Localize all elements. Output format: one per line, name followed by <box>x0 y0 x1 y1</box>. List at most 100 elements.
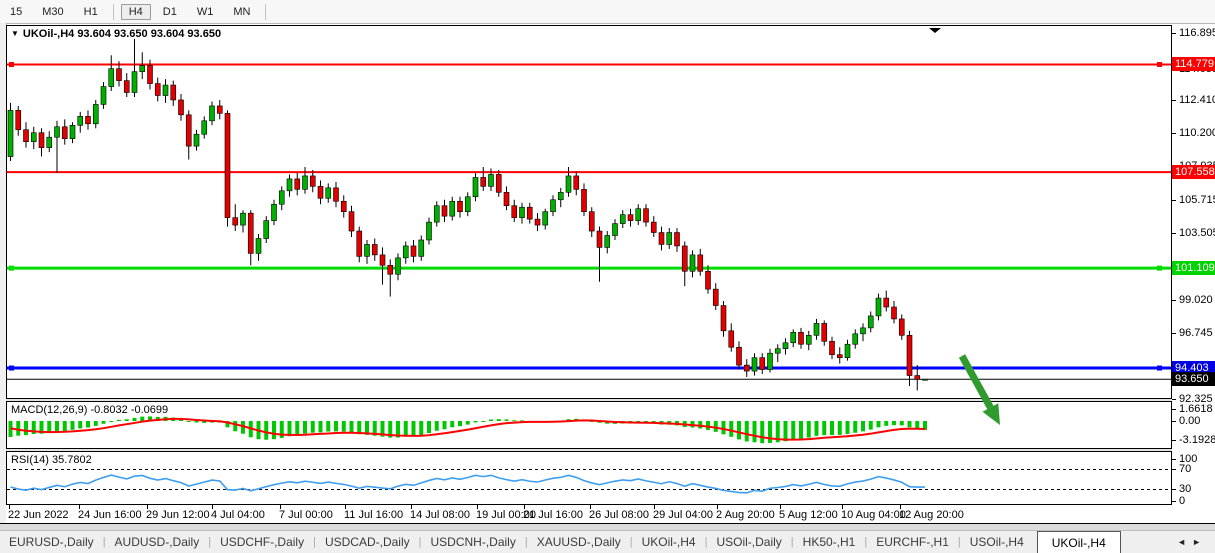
candle-body <box>194 134 199 146</box>
candle-body <box>791 332 796 342</box>
line-handle[interactable] <box>1157 366 1162 371</box>
macd-histogram-bar <box>319 421 323 432</box>
chart-tab-xauusd-daily[interactable]: XAUUSD-,Daily <box>528 531 630 553</box>
candle-body <box>768 353 773 369</box>
candle-body <box>403 246 408 258</box>
candle-body <box>574 176 579 189</box>
macd-histogram-bar <box>450 421 454 427</box>
price-axis-tick <box>1172 233 1176 234</box>
macd-histogram-bar <box>822 421 826 435</box>
line-handle[interactable] <box>9 266 14 271</box>
macd-indicator-pane[interactable]: MACD(12,26,9) -0.8032 -0.0699 <box>6 401 1172 449</box>
macd-histogram-bar <box>877 421 881 427</box>
timeframe-button-15[interactable]: 15 <box>2 4 30 20</box>
chart-tab-eurchf-h1[interactable]: EURCHF-,H1 <box>867 531 958 553</box>
candle-body <box>357 231 362 256</box>
candle-body <box>814 323 819 335</box>
price-axis-tick <box>1172 200 1176 201</box>
macd-histogram-bar <box>94 421 98 426</box>
chart-tab-usdcnh-daily[interactable]: USDCNH-,Daily <box>422 531 525 553</box>
candle-body <box>233 218 238 225</box>
candle-body <box>465 197 470 212</box>
price-axis-tick <box>1172 333 1176 334</box>
chart-tab-usdcad-daily[interactable]: USDCAD-,Daily <box>316 531 419 553</box>
candle-body <box>597 231 602 247</box>
candle-body <box>101 87 106 105</box>
timeframe-button-d1[interactable]: D1 <box>155 4 185 20</box>
chart-tab-usoil-daily[interactable]: USOil-,Daily <box>707 531 790 553</box>
macd-axis-tick <box>1172 440 1176 441</box>
symbol-dropdown-icon[interactable]: ▼ <box>11 29 19 38</box>
macd-histogram-bar <box>846 421 850 434</box>
candle-body <box>582 189 587 211</box>
line-handle[interactable] <box>9 62 14 67</box>
candle-body <box>62 127 67 139</box>
candle-body <box>527 207 532 219</box>
candle-body <box>109 69 114 87</box>
chart-title: ▼UKOil-,H4 93.604 93.650 93.604 93.650 <box>11 28 221 40</box>
price-axis-label: 70 <box>1179 463 1191 475</box>
rsi-indicator-pane[interactable]: RSI(14) 35.7802 <box>6 451 1172 505</box>
chart-tab-ukoil-h4[interactable]: UKOil-,H4 <box>633 531 705 553</box>
chart-tab-ukoil-h4[interactable]: UKOil-,H4 <box>1037 531 1121 553</box>
price-axis-label: 110.200 <box>1179 127 1215 139</box>
line-handle[interactable] <box>9 366 14 371</box>
line-handle[interactable] <box>1157 266 1162 271</box>
timeframe-toolbar: 15M30 H1 H4D1W1MN <box>0 0 1215 24</box>
chart-tab-usdchf-daily[interactable]: USDCHF-,Daily <box>211 531 313 553</box>
chart-tab-eurusd-daily[interactable]: EURUSD-,Daily <box>0 531 103 553</box>
candle-body <box>551 200 556 212</box>
candle-body <box>225 113 230 217</box>
candle-body <box>70 125 75 138</box>
timeframe-button-mn[interactable]: MN <box>225 4 258 20</box>
macd-label: MACD(12,26,9) -0.8032 -0.0699 <box>11 404 168 416</box>
chart-tab-audusd-daily[interactable]: AUDUSD-,Daily <box>106 531 209 553</box>
candle-body <box>241 213 246 225</box>
timeframe-button-m30[interactable]: M30 <box>34 4 71 20</box>
macd-histogram-bar <box>768 421 772 443</box>
macd-histogram-bar <box>505 419 509 421</box>
candle-body <box>295 179 300 189</box>
candle-body <box>24 130 29 142</box>
macd-histogram-bar <box>722 421 726 434</box>
trading-terminal-window: 15M30 H1 H4D1W1MN ▼UKOil-,H4 93.604 93.650… <box>0 0 1215 552</box>
chart-tab-hk50-h1[interactable]: HK50-,H1 <box>794 531 865 553</box>
tabs-scroll-right-icon[interactable]: ► <box>1192 537 1207 547</box>
timeframe-button-h1[interactable]: H1 <box>76 4 106 20</box>
macd-histogram-bar <box>753 421 757 442</box>
candle-body <box>310 176 315 186</box>
rsi-axis-tick <box>1172 469 1176 470</box>
macd-histogram-bar <box>830 421 834 435</box>
macd-histogram-bar <box>140 417 144 421</box>
candle-body <box>899 319 904 335</box>
time-axis-label: 29 Jun 12:00 <box>146 509 210 521</box>
price-axis-label: 103.505 <box>1179 227 1215 239</box>
macd-histogram-bar <box>264 421 268 440</box>
candle-body <box>264 221 269 239</box>
rsi-chart[interactable] <box>7 452 1171 504</box>
timeframe-button-w1[interactable]: W1 <box>189 4 222 20</box>
price-axis-label: 30 <box>1179 483 1191 495</box>
candle-body <box>117 69 122 81</box>
macd-histogram-bar <box>838 421 842 435</box>
macd-histogram-bar <box>24 421 28 435</box>
candle-body <box>667 233 672 245</box>
candle-body <box>806 335 811 344</box>
macd-chart[interactable] <box>7 402 1171 448</box>
chart-tab-usoil-h4[interactable]: USOil-,H4 <box>961 531 1033 553</box>
tabs-scroll-left-icon[interactable]: ◄ <box>1177 537 1192 547</box>
macd-histogram-bar <box>133 418 137 421</box>
candle-body <box>783 343 788 349</box>
time-axis-label: 26 Jul 08:00 <box>589 509 649 521</box>
candlestick-chart[interactable] <box>7 26 1171 398</box>
timeframe-button-h4[interactable]: H4 <box>121 4 151 20</box>
price-badge: 93.650 <box>1172 372 1215 386</box>
candle-body <box>272 204 277 220</box>
macd-histogram-bar <box>853 421 857 433</box>
main-chart-pane[interactable]: ▼UKOil-,H4 93.604 93.650 93.604 93.650 <box>6 25 1172 399</box>
macd-axis-tick <box>1172 409 1176 410</box>
candle-body <box>186 115 191 146</box>
macd-histogram-bar <box>78 421 82 428</box>
line-handle[interactable] <box>1157 62 1162 67</box>
candle-body <box>155 84 160 96</box>
